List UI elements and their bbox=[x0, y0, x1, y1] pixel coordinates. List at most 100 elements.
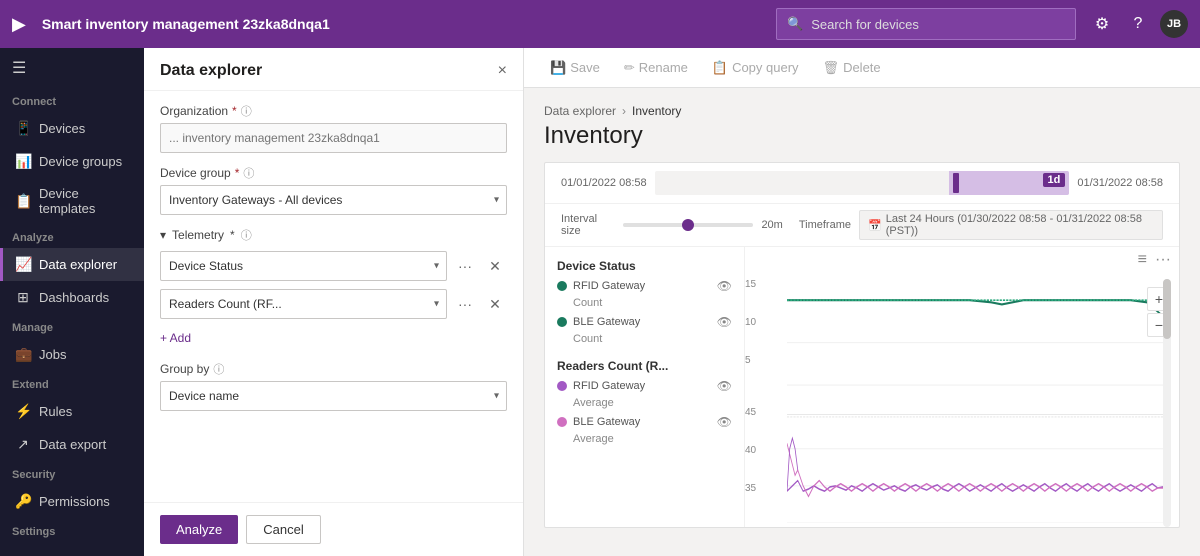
group-by-select[interactable]: Device name bbox=[160, 381, 507, 411]
telemetry-more-btn-2[interactable]: ··· bbox=[453, 292, 477, 316]
delete-button[interactable]: 🗑 Delete bbox=[813, 56, 891, 80]
telemetry-more-btn-1[interactable]: ··· bbox=[453, 254, 477, 278]
y-label-45: 45 bbox=[745, 407, 756, 418]
breadcrumb-parent[interactable]: Data explorer bbox=[544, 104, 616, 118]
sidebar-item-device-templates[interactable]: 📋 Device templates bbox=[0, 178, 144, 224]
avatar-badge: JB bbox=[1160, 10, 1188, 38]
timeline-range-bar[interactable]: 1d bbox=[655, 171, 1070, 195]
telemetry-select-wrapper-1: Device Status ▾ bbox=[160, 251, 447, 281]
telemetry-remove-btn-2[interactable]: ✕ bbox=[483, 292, 507, 316]
legend-eye-rfid-status[interactable]: 👁 bbox=[717, 279, 732, 293]
panel-body: Organization * ⓘ Device group * ⓘ Invent… bbox=[144, 91, 523, 502]
timeframe-row: Timeframe 📅 Last 24 Hours (01/30/2022 08… bbox=[799, 210, 1163, 240]
cancel-button[interactable]: Cancel bbox=[246, 515, 320, 544]
sidebar-item-rules[interactable]: ⚡ Rules bbox=[0, 395, 144, 428]
sidebar-item-data-export[interactable]: ↗ Data export bbox=[0, 428, 144, 461]
app-logo: ▶ bbox=[12, 14, 26, 35]
chart-container: 01/01/2022 08:58 1d 01/31/2022 08:58 Int… bbox=[544, 162, 1180, 528]
delete-icon: 🗑 bbox=[823, 60, 840, 76]
group-by-label: Group by ⓘ bbox=[160, 361, 507, 377]
search-placeholder: Search for devices bbox=[811, 17, 919, 32]
telemetry-info-icon[interactable]: ⓘ bbox=[241, 227, 252, 243]
permissions-icon: 🔑 bbox=[15, 493, 31, 510]
sidebar-item-devices[interactable]: 📱 Devices bbox=[0, 112, 144, 145]
telemetry-select-2[interactable]: Readers Count (RF... bbox=[160, 289, 447, 319]
page-title: Inventory bbox=[544, 122, 1180, 150]
data-explorer-panel: Data explorer × Organization * ⓘ Device … bbox=[144, 48, 524, 556]
telemetry-collapse-icon[interactable]: ▾ bbox=[160, 228, 166, 242]
analyze-button[interactable]: Analyze bbox=[160, 515, 238, 544]
save-icon: 💾 bbox=[550, 60, 566, 76]
panel-title: Data explorer bbox=[160, 62, 262, 80]
chart-body: Device Status RFID Gateway 👁 Count BLE G… bbox=[545, 247, 1179, 527]
avatar[interactable]: JB bbox=[1160, 10, 1188, 38]
org-info-icon[interactable]: ⓘ bbox=[241, 103, 252, 119]
legend-item-ble-status: BLE Gateway 👁 bbox=[557, 315, 732, 329]
timeline-thumb bbox=[953, 173, 959, 193]
legend-eye-rfid-readers[interactable]: 👁 bbox=[717, 379, 732, 393]
sidebar-item-device-groups[interactable]: 📊 Device groups bbox=[0, 145, 144, 178]
sidebar-item-label: Dashboards bbox=[39, 290, 109, 305]
legend-item-ble-readers: BLE Gateway 👁 bbox=[557, 415, 732, 429]
sidebar-item-label: Data export bbox=[39, 437, 106, 452]
org-input[interactable] bbox=[160, 123, 507, 153]
sidebar-section-settings: Settings bbox=[0, 518, 144, 542]
settings-icon[interactable]: ⚙ bbox=[1088, 10, 1116, 38]
device-group-select[interactable]: Inventory Gateways - All devices bbox=[160, 185, 507, 215]
more-options-icon[interactable]: ··· bbox=[1155, 251, 1171, 269]
jobs-icon: 💼 bbox=[15, 346, 31, 363]
legend-dot-rfid-readers bbox=[557, 381, 567, 391]
rename-button[interactable]: ✏ Rename bbox=[614, 56, 698, 80]
sidebar-item-label: Device templates bbox=[39, 186, 132, 216]
sidebar-item-dashboards[interactable]: ⊞ Dashboards bbox=[0, 281, 144, 314]
timeframe-value[interactable]: 📅 Last 24 Hours (01/30/2022 08:58 - 01/3… bbox=[859, 210, 1163, 240]
panel-header: Data explorer × bbox=[144, 48, 523, 91]
group-by-select-wrapper: Device name ▾ bbox=[160, 381, 507, 411]
dashboards-icon: ⊞ bbox=[15, 289, 31, 306]
page-content: Data explorer › Inventory Inventory 01/0… bbox=[524, 88, 1200, 556]
interval-slider[interactable] bbox=[623, 223, 753, 227]
rename-icon: ✏ bbox=[624, 60, 635, 76]
device-group-info-icon[interactable]: ⓘ bbox=[243, 165, 254, 181]
legend-eye-ble-status[interactable]: 👁 bbox=[717, 315, 732, 329]
legend-dot-ble-readers bbox=[557, 417, 567, 427]
help-icon[interactable]: ? bbox=[1124, 10, 1152, 38]
scrollbar-thumb bbox=[1163, 279, 1171, 339]
panel-close-button[interactable]: × bbox=[498, 62, 507, 80]
telemetry-row-2: Readers Count (RF... ▾ ··· ✕ bbox=[160, 289, 507, 319]
telemetry-select-1[interactable]: Device Status bbox=[160, 251, 447, 281]
search-bar[interactable]: 🔍 Search for devices bbox=[776, 8, 1076, 40]
group-by-info-icon[interactable]: ⓘ bbox=[213, 361, 224, 377]
chart-svg: RFID Gateway bbox=[787, 279, 1163, 523]
telemetry-remove-btn-1[interactable]: ✕ bbox=[483, 254, 507, 278]
legend-eye-ble-readers[interactable]: 👁 bbox=[717, 415, 732, 429]
legend-dot-rfid-status bbox=[557, 281, 567, 291]
chart-scrollbar[interactable] bbox=[1163, 279, 1171, 527]
copy-icon: 📋 bbox=[712, 60, 728, 76]
chart-area-toolbar: ≡ ··· bbox=[745, 247, 1179, 273]
legend-label-ble-readers: BLE Gateway bbox=[573, 416, 640, 428]
toolbar: 💾 Save ✏ Rename 📋 Copy query 🗑 Delete bbox=[524, 48, 1200, 88]
telemetry-header: ▾ Telemetry * ⓘ bbox=[160, 227, 507, 243]
data-export-icon: ↗ bbox=[15, 436, 31, 453]
device-groups-icon: 📊 bbox=[15, 153, 31, 170]
layers-icon[interactable]: ≡ bbox=[1138, 251, 1147, 269]
calendar-icon: 📅 bbox=[868, 219, 882, 232]
sidebar-item-label: Device groups bbox=[39, 154, 122, 169]
device-group-select-wrapper: Inventory Gateways - All devices ▾ bbox=[160, 185, 507, 215]
copy-query-button[interactable]: 📋 Copy query bbox=[702, 56, 809, 80]
sidebar-section-extend: Extend bbox=[0, 371, 144, 395]
main-content: 💾 Save ✏ Rename 📋 Copy query 🗑 Delete Da… bbox=[524, 48, 1200, 556]
sidebar-section-analyze: Analyze bbox=[0, 224, 144, 248]
sidebar-item-jobs[interactable]: 💼 Jobs bbox=[0, 338, 144, 371]
chart-area: ≡ ··· 15 10 5 45 40 35 bbox=[745, 247, 1179, 527]
sidebar-item-data-explorer[interactable]: 📈 Data explorer bbox=[0, 248, 144, 281]
sidebar-item-permissions[interactable]: 🔑 Permissions bbox=[0, 485, 144, 518]
hamburger-button[interactable]: ☰ bbox=[0, 48, 144, 88]
save-button[interactable]: 💾 Save bbox=[540, 56, 610, 80]
timeline-badge: 1d bbox=[1043, 173, 1066, 187]
y-label-35: 35 bbox=[745, 483, 756, 494]
search-icon: 🔍 bbox=[787, 16, 803, 32]
legend-item-rfid-readers: RFID Gateway 👁 bbox=[557, 379, 732, 393]
add-telemetry-button[interactable]: + Add bbox=[160, 327, 507, 349]
